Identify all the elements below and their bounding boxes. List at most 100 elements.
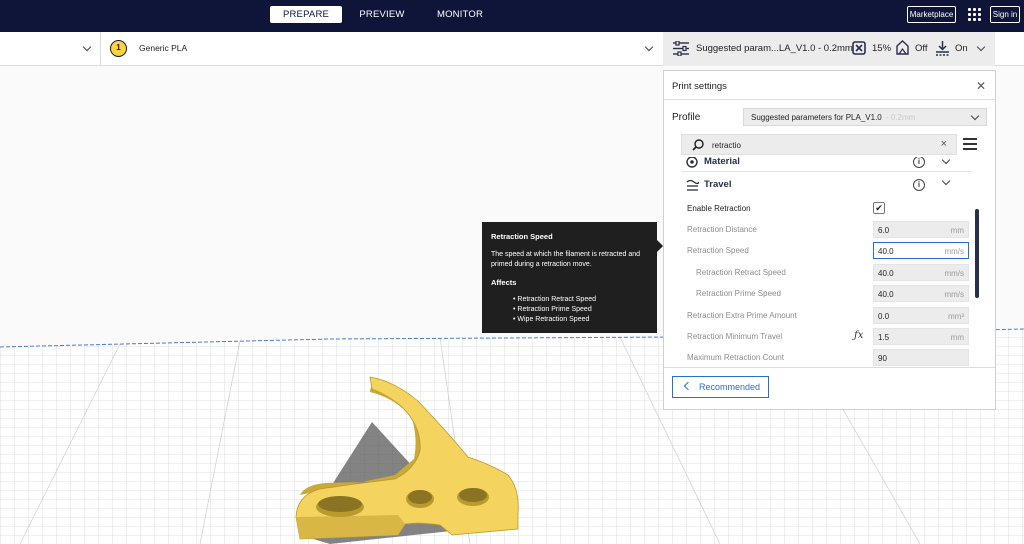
apps-grid-icon[interactable]: [968, 8, 981, 21]
category-divider: [682, 171, 972, 172]
settings-menu-icon[interactable]: [963, 138, 977, 150]
setting-label: Enable Retraction: [687, 204, 751, 213]
setting-row-maximum-retraction-count: Maximum Retraction Count 90: [664, 349, 995, 367]
profile-select[interactable]: Suggested parameters for PLA_V1.0 - 0.2m…: [743, 108, 987, 126]
field-value: 40.0: [878, 290, 894, 299]
field-value: 1.5: [878, 333, 890, 342]
setting-row-enable-retraction: Enable Retraction ✔: [664, 200, 995, 218]
tooltip-title: Retraction Speed: [491, 232, 553, 241]
search-input-value: retractio: [712, 141, 741, 150]
field-unit: mm/s: [944, 247, 964, 256]
category-material[interactable]: Material i: [682, 157, 972, 172]
header-divider: [100, 32, 101, 66]
tooltip-affects-item: • Retraction Prime Speed: [513, 306, 592, 313]
retraction-retract-speed-field[interactable]: 40.0 mm/s: [873, 264, 969, 281]
tab-prepare[interactable]: PREPARE: [270, 6, 342, 23]
support-value: Off: [915, 43, 928, 54]
field-unit: mm³: [948, 312, 964, 321]
material-label[interactable]: Generic PLA: [139, 43, 187, 53]
category-chevron-icon: [941, 157, 951, 165]
tab-monitor[interactable]: MONITOR: [428, 6, 492, 23]
setting-row-retraction-minimum-travel: Retraction Minimum Travel ƒx 1.5 mm: [664, 328, 995, 346]
setting-label: Retraction Retract Speed: [696, 268, 786, 277]
profile-select-suffix: - 0.2mm: [886, 113, 916, 122]
setting-row-retraction-retract-speed: Retraction Retract Speed 40.0 mm/s: [664, 264, 995, 282]
adhesion-icon: [936, 41, 949, 56]
setting-label: Retraction Speed: [687, 246, 749, 255]
search-icon: [692, 139, 704, 151]
settings-scrollbar[interactable]: [975, 209, 979, 298]
settings-chevron-down-icon[interactable]: [976, 42, 986, 52]
profile-select-value: Suggested parameters for PLA_V1.0: [751, 113, 882, 122]
category-name: Material: [704, 157, 740, 167]
retraction-extra-prime-amount-field[interactable]: 0.0 mm³: [873, 307, 969, 324]
top-bar: PREPARE PREVIEW MONITOR Marketplace Sign…: [0, 0, 1024, 32]
tab-preview[interactable]: PREVIEW: [350, 6, 414, 23]
profile-chevron-down-icon: [970, 111, 980, 121]
field-value: 90: [878, 354, 887, 363]
setting-label: Retraction Prime Speed: [696, 289, 781, 298]
setting-row-retraction-speed: Retraction Speed 40.0 mm/s: [664, 242, 995, 260]
material-icon: [686, 157, 698, 168]
sign-in-button[interactable]: Sign in: [990, 6, 1020, 23]
field-value: 40.0: [878, 269, 894, 278]
infill-value: 15%: [872, 43, 892, 54]
info-icon[interactable]: i: [913, 157, 925, 168]
category-chevron-down-icon: [941, 176, 951, 186]
retraction-minimum-travel-field[interactable]: 1.5 mm: [873, 328, 969, 345]
panel-title: Print settings: [672, 81, 727, 92]
field-value: 6.0: [878, 226, 890, 235]
tooltip-affects-heading: Affects: [491, 278, 517, 287]
settings-search-input[interactable]: retractio ×: [681, 134, 957, 155]
marketplace-button[interactable]: Marketplace: [907, 6, 956, 23]
maximum-retraction-count-field[interactable]: 90: [873, 349, 969, 366]
category-travel[interactable]: Travel i: [682, 175, 972, 195]
recommended-button[interactable]: Recommended: [672, 376, 769, 398]
support-icon: [896, 40, 909, 55]
setting-label: Retraction Minimum Travel: [687, 332, 783, 341]
tooltip-description: The speed at which the filament is retra…: [491, 251, 641, 268]
tooltip-affects-item: • Retraction Retract Speed: [513, 296, 596, 303]
field-value: 0.0: [878, 312, 890, 321]
setting-row-retraction-prime-speed: Retraction Prime Speed 40.0 mm/s: [664, 285, 995, 303]
retraction-distance-field[interactable]: 6.0 mm: [873, 221, 969, 238]
field-unit: mm: [950, 333, 964, 342]
setting-row-retraction-extra-prime-amount: Retraction Extra Prime Amount 0.0 mm³: [664, 307, 995, 325]
setting-label: Retraction Extra Prime Amount: [687, 311, 797, 320]
print-settings-panel: Print settings ✕ Profile Suggested param…: [663, 70, 996, 410]
tooltip-affects-list: • Retraction Retract Speed • Retraction …: [513, 295, 596, 325]
category-name: Travel: [704, 179, 732, 190]
field-unit: mm/s: [944, 290, 964, 299]
field-unit: mm/s: [944, 269, 964, 278]
tooltip-affects-item: • Wipe Retraction Speed: [513, 316, 590, 323]
retraction-speed-field[interactable]: 40.0 mm/s: [873, 242, 969, 259]
panel-footer-divider: [664, 367, 995, 368]
field-value: 40.0: [878, 247, 894, 256]
recommended-label: Recommended: [699, 382, 761, 392]
profile-label: Profile: [672, 112, 701, 123]
printer-header-bar: 1 Generic PLA Suggested param...LA_V1.0 …: [0, 32, 1024, 66]
profile-summary: Suggested param...LA_V1.0 - 0.2mm: [696, 43, 853, 54]
extruder-badge[interactable]: 1: [110, 40, 127, 57]
adhesion-value: On: [955, 43, 968, 54]
function-icon[interactable]: ƒx: [854, 330, 863, 341]
material-chevron-down-icon[interactable]: [644, 42, 654, 52]
retraction-prime-speed-field[interactable]: 40.0 mm/s: [873, 285, 969, 302]
settings-sliders-icon: [673, 41, 689, 56]
enable-retraction-checkbox[interactable]: ✔: [873, 202, 885, 214]
print-settings-summary[interactable]: Suggested param...LA_V1.0 - 0.2mm 15% Of…: [663, 32, 995, 66]
setting-label: Retraction Distance: [687, 225, 757, 234]
travel-icon: [686, 179, 699, 191]
panel-title-divider: [664, 99, 995, 100]
chevron-left-icon: [683, 381, 693, 391]
close-icon[interactable]: ✕: [976, 79, 986, 93]
setting-row-retraction-distance: Retraction Distance 6.0 mm: [664, 221, 995, 239]
field-unit: mm: [950, 226, 964, 235]
setting-tooltip: Retraction Speed The speed at which the …: [482, 222, 657, 333]
clear-search-icon[interactable]: ×: [941, 138, 947, 150]
setting-label: Maximum Retraction Count: [687, 353, 784, 362]
info-icon[interactable]: i: [913, 179, 925, 191]
printer-chevron-down-icon[interactable]: [82, 42, 92, 52]
settings-list: Material i Travel i Enable Retraction ✔ …: [664, 157, 995, 367]
infill-icon: [852, 41, 866, 55]
